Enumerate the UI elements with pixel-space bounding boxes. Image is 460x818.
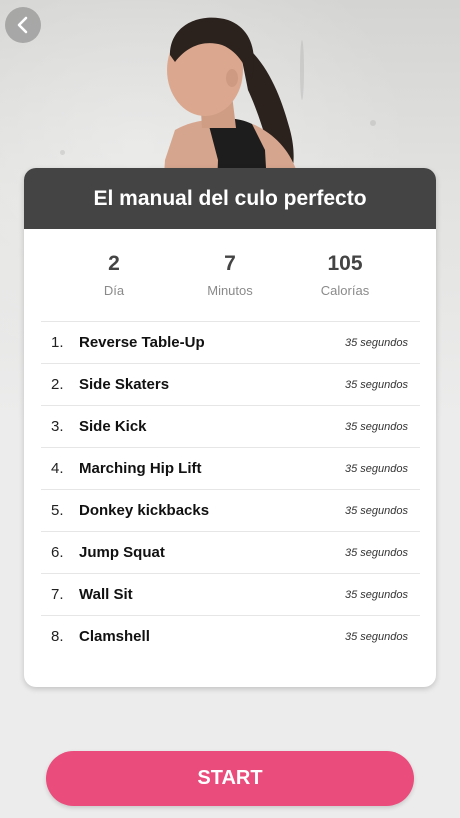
exercise-number: 4. bbox=[51, 460, 64, 477]
exercise-row[interactable]: 7. Wall Sit 35 segundos bbox=[41, 573, 420, 615]
exercise-row[interactable]: 3. Side Kick 35 segundos bbox=[41, 405, 420, 447]
exercise-row[interactable]: 6. Jump Squat 35 segundos bbox=[41, 531, 420, 573]
start-button[interactable]: START bbox=[46, 751, 414, 806]
stat-day-value: 2 bbox=[108, 252, 120, 275]
exercise-name: Side Kick bbox=[79, 418, 147, 435]
exercise-name: Marching Hip Lift bbox=[79, 460, 202, 477]
exercise-duration: 35 segundos bbox=[345, 546, 408, 559]
exercise-duration: 35 segundos bbox=[345, 420, 408, 433]
exercise-number: 6. bbox=[51, 544, 64, 561]
exercise-name: Clamshell bbox=[79, 628, 150, 645]
exercise-number: 5. bbox=[51, 502, 64, 519]
workout-card: El manual del culo perfecto 2 Día 7 Minu… bbox=[24, 168, 436, 687]
workout-title: El manual del culo perfecto bbox=[24, 168, 436, 229]
stat-minutes-value: 7 bbox=[224, 252, 236, 275]
exercise-list: 1. Reverse Table-Up 35 segundos 2. Side … bbox=[41, 321, 420, 657]
exercise-row[interactable]: 2. Side Skaters 35 segundos bbox=[41, 363, 420, 405]
exercise-row[interactable]: 4. Marching Hip Lift 35 segundos bbox=[41, 447, 420, 489]
stat-day: 2 Día bbox=[54, 251, 174, 298]
exercise-name: Reverse Table-Up bbox=[79, 334, 205, 351]
exercise-number: 2. bbox=[51, 376, 64, 393]
exercise-name: Side Skaters bbox=[79, 376, 170, 393]
workout-stats: 2 Día 7 Minutos 105 Calorías bbox=[24, 229, 436, 321]
stat-minutes-label: Minutos bbox=[207, 283, 253, 298]
exercise-duration: 35 segundos bbox=[345, 504, 408, 517]
exercise-number: 1. bbox=[51, 334, 64, 351]
exercise-row[interactable]: 5. Donkey kickbacks 35 segundos bbox=[41, 489, 420, 531]
back-button[interactable] bbox=[5, 7, 41, 43]
exercise-number: 7. bbox=[51, 586, 64, 603]
exercise-row[interactable]: 8. Clamshell 35 segundos bbox=[41, 615, 420, 657]
stat-calories-label: Calorías bbox=[320, 283, 370, 298]
exercise-row[interactable]: 1. Reverse Table-Up 35 segundos bbox=[41, 321, 420, 363]
exercise-number: 8. bbox=[51, 628, 64, 645]
exercise-name: Jump Squat bbox=[79, 544, 165, 561]
exercise-duration: 35 segundos bbox=[345, 336, 408, 349]
exercise-duration: 35 segundos bbox=[345, 462, 408, 475]
exercise-duration: 35 segundos bbox=[345, 630, 408, 643]
stat-calories-value: 105 bbox=[327, 252, 363, 275]
stat-day-label: Día bbox=[103, 283, 125, 298]
exercise-duration: 35 segundos bbox=[345, 378, 408, 391]
stat-calories: 105 Calorías bbox=[285, 251, 405, 298]
stat-minutes: 7 Minutos bbox=[170, 251, 290, 298]
exercise-name: Donkey kickbacks bbox=[79, 502, 210, 519]
exercise-number: 3. bbox=[51, 418, 64, 435]
exercise-duration: 35 segundos bbox=[345, 588, 408, 601]
exercise-name: Wall Sit bbox=[79, 586, 133, 603]
chevron-left-icon bbox=[17, 16, 28, 34]
